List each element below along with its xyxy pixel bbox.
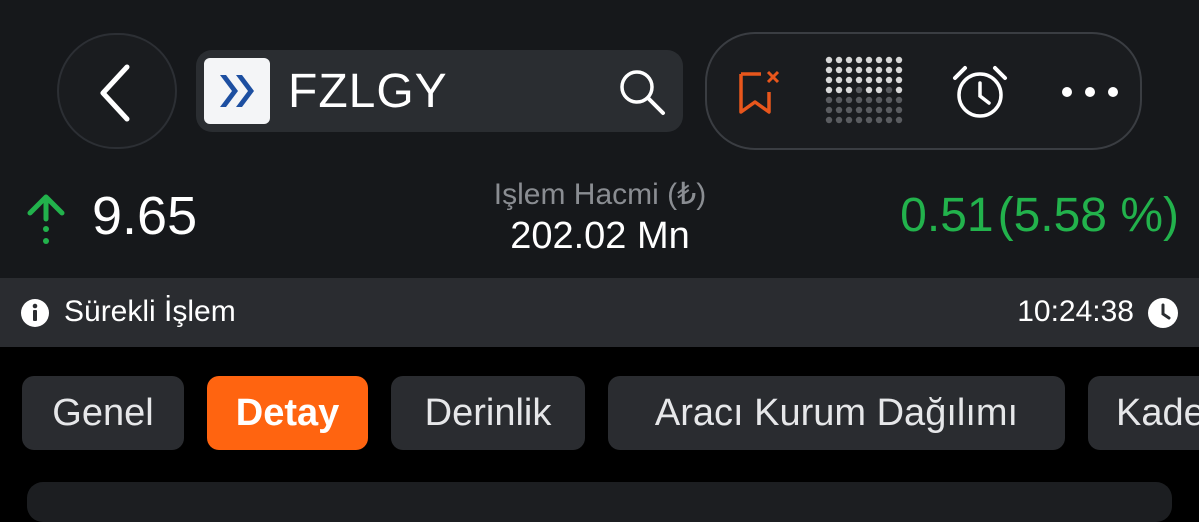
session-status-label: Sürekli İşlem xyxy=(64,295,236,328)
quote-header: FZLGY 9.65 Işlem Hacmi (₺) 202.02 Mn 0.5… xyxy=(0,0,1199,278)
volume-value: 202.02 Mn xyxy=(510,215,690,257)
price-up-arrow-icon xyxy=(27,194,65,244)
info-icon xyxy=(21,299,49,327)
tab-kademe[interactable]: Kademe xyxy=(1088,376,1199,450)
search-icon[interactable] xyxy=(618,68,666,116)
ticker-symbol: FZLGY xyxy=(288,65,448,118)
session-status-bar: Sürekli İşlem 10:24:38 xyxy=(0,278,1199,347)
more-dots-icon[interactable] xyxy=(1059,84,1123,100)
alarm-clock-icon[interactable] xyxy=(951,64,1009,120)
change-percent: (5.58 %) xyxy=(997,189,1179,242)
change-value: 0.51 xyxy=(900,189,994,242)
back-chevron-icon xyxy=(100,64,130,122)
tab-araci-kurum-dagilimi[interactable]: Aracı Kurum Dağılımı xyxy=(608,376,1065,450)
back-button[interactable] xyxy=(57,33,177,149)
tab-derinlik[interactable]: Derinlik xyxy=(391,376,585,450)
tab-detay[interactable]: Detay xyxy=(207,376,368,450)
action-button-group xyxy=(705,32,1142,150)
tab-genel[interactable]: Genel xyxy=(22,376,184,450)
brand-logo-icon xyxy=(204,58,270,124)
symbol-search-field[interactable]: FZLGY xyxy=(196,50,683,132)
detail-card xyxy=(27,482,1172,522)
last-price: 9.65 xyxy=(92,186,198,246)
price-change: 0.51(5.58 %) xyxy=(896,186,1179,246)
volume-label: Işlem Hacmi (₺) xyxy=(493,178,707,211)
bookmark-remove-icon[interactable] xyxy=(737,68,781,116)
dot-matrix-icon[interactable] xyxy=(825,56,909,130)
session-time: 10:24:38 xyxy=(1017,295,1134,328)
clock-icon xyxy=(1148,298,1178,328)
